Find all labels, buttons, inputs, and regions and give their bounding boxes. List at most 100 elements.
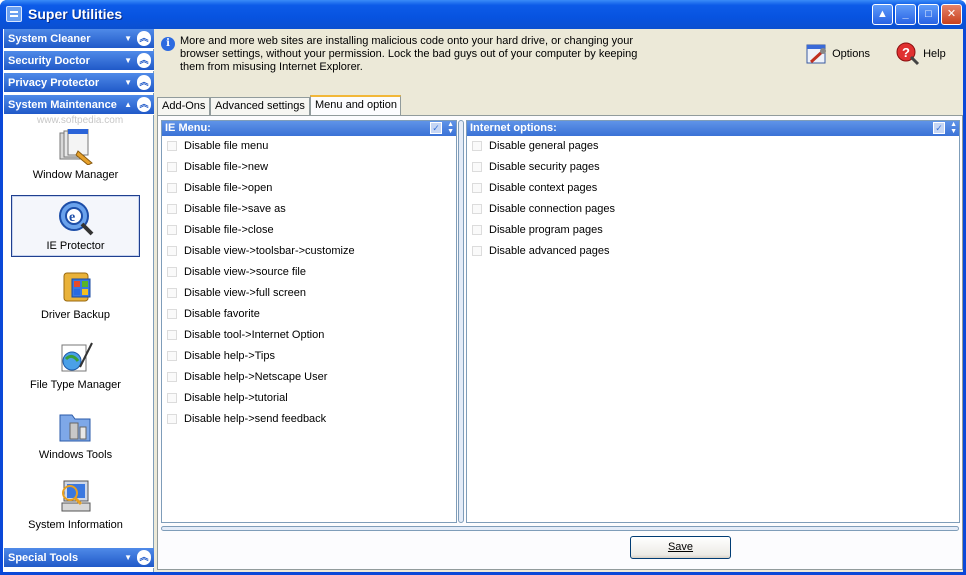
checkbox[interactable] <box>472 183 482 193</box>
checkbox-label: Disable context pages <box>489 182 598 194</box>
category-system-maintenance[interactable]: System Maintenance ▲ ︽ <box>4 95 154 115</box>
checkbox-label: Disable file->close <box>184 224 274 236</box>
ie-menu-list: IE Menu: ✓ ▲ ▼ Disable file menu Disable f… <box>161 120 457 523</box>
maximize-button[interactable]: □ <box>918 4 939 25</box>
category-security-doctor[interactable]: Security Doctor ▼ ︽ <box>4 51 154 71</box>
checkbox[interactable] <box>167 183 177 193</box>
info-line: them from misusing Internet Explorer. <box>180 61 363 73</box>
vertical-splitter[interactable] <box>458 120 464 523</box>
horizontal-splitter[interactable] <box>161 526 959 531</box>
sort-icon[interactable]: ▲ ▼ <box>950 121 957 135</box>
tab-menu-and-option[interactable]: Menu and option <box>310 95 401 115</box>
tab-advanced-settings[interactable]: Advanced settings <box>210 97 310 115</box>
tab-add-ons[interactable]: Add-Ons <box>157 97 210 115</box>
checkbox-label: Disable advanced pages <box>489 245 610 257</box>
options-icon <box>806 44 826 64</box>
checkbox[interactable] <box>167 204 177 214</box>
system-information-icon <box>61 480 90 512</box>
tool-windows-tools[interactable]: Windows Tools <box>11 405 140 467</box>
checkbox[interactable] <box>167 309 177 319</box>
title-bar[interactable]: Super Utilities ▲ _ □ ✕ <box>0 0 966 29</box>
checkbox-item[interactable]: Disable program pages <box>467 220 959 241</box>
checkbox-item[interactable]: Disable context pages <box>467 178 959 199</box>
select-all-checkbox[interactable]: ✓ <box>933 122 945 134</box>
info-line: browser settings, without your permissio… <box>180 48 638 60</box>
checkbox-item[interactable]: Disable file->save as <box>162 199 456 220</box>
checkbox[interactable] <box>472 204 482 214</box>
checkbox-item[interactable]: Disable file->new <box>162 157 456 178</box>
checkbox-item[interactable]: Disable favorite <box>162 304 456 325</box>
checkbox-item[interactable]: Disable help->tutorial <box>162 388 456 409</box>
options-button[interactable]: Options <box>805 42 870 66</box>
tool-window-manager[interactable]: Window Manager <box>11 125 140 187</box>
checkbox-item[interactable]: Disable file menu <box>162 136 456 157</box>
checkbox-item[interactable]: Disable help->Tips <box>162 346 456 367</box>
category-label: Privacy Protector <box>8 77 100 89</box>
tool-system-information[interactable]: System Information <box>11 475 140 537</box>
checkbox-label: Disable help->tutorial <box>184 392 288 404</box>
select-all-checkbox[interactable]: ✓ <box>430 122 442 134</box>
checkbox[interactable] <box>472 141 482 151</box>
internet-options-header: Internet options: ✓ ▲ ▼ <box>467 121 959 136</box>
close-button[interactable]: ✕ <box>941 4 962 25</box>
checkbox-item[interactable]: Disable file->close <box>162 220 456 241</box>
checkbox[interactable] <box>472 225 482 235</box>
windows-tools-icon <box>59 414 90 442</box>
checkbox[interactable] <box>167 393 177 403</box>
save-button[interactable]: Save <box>630 536 731 559</box>
checkbox[interactable] <box>167 330 177 340</box>
category-system-cleaner[interactable]: System Cleaner ▼ ︽ <box>4 29 154 49</box>
checkbox[interactable] <box>167 141 177 151</box>
tool-driver-backup[interactable]: Driver Backup <box>11 265 140 327</box>
checkbox[interactable] <box>167 225 177 235</box>
checkbox-item[interactable]: Disable security pages <box>467 157 959 178</box>
checkbox[interactable] <box>167 372 177 382</box>
category-privacy-protector[interactable]: Privacy Protector ▼ ︽ <box>4 73 154 93</box>
dropup-arrow-icon: ▲ <box>124 100 132 109</box>
checkbox-item[interactable]: Disable view->source file <box>162 262 456 283</box>
minimize-button[interactable]: _ <box>895 4 916 25</box>
info-description: More and more web sites are installing m… <box>180 35 640 74</box>
checkbox-item[interactable]: Disable general pages <box>467 136 959 157</box>
save-label: Save <box>667 541 694 553</box>
checkbox[interactable] <box>167 267 177 277</box>
checkbox-item[interactable]: Disable connection pages <box>467 199 959 220</box>
options-label: Options <box>832 47 870 60</box>
checkbox[interactable] <box>167 288 177 298</box>
checkbox-label: Disable file menu <box>184 140 269 152</box>
category-label: Special Tools <box>8 552 79 564</box>
tab-panel-menu-and-option: IE Menu: ✓ ▲ ▼ Disable file menu Disable f… <box>157 115 963 570</box>
checkbox-label: Disable view->toolsbar->customize <box>184 245 355 257</box>
tool-file-type-manager[interactable]: File Type Manager <box>11 335 140 397</box>
checkbox-item[interactable]: Disable view->full screen <box>162 283 456 304</box>
checkbox-item[interactable]: Disable advanced pages <box>467 241 959 262</box>
sort-icon[interactable]: ▲ ▼ <box>447 121 454 135</box>
checkbox[interactable] <box>167 351 177 361</box>
expand-icon[interactable]: ︽ <box>137 97 151 112</box>
checkbox-item[interactable]: Disable tool->Internet Option <box>162 325 456 346</box>
category-special-tools[interactable]: Special Tools ▼ ︽ <box>4 548 154 568</box>
window-manager-icon <box>59 129 93 165</box>
help-label: Help <box>923 47 946 60</box>
checkbox-label: Disable connection pages <box>489 203 615 215</box>
tool-ie-protector[interactable]: e IE Protector <box>11 195 140 257</box>
app-icon[interactable] <box>6 6 22 22</box>
checkbox[interactable] <box>167 162 177 172</box>
checkbox[interactable] <box>472 162 482 172</box>
help-button[interactable]: ? Help <box>896 42 946 66</box>
checkbox[interactable] <box>167 246 177 256</box>
checkbox-label: Disable program pages <box>489 224 603 236</box>
collapse-icon[interactable]: ︽ <box>137 550 151 565</box>
collapse-icon[interactable]: ︽ <box>137 75 151 90</box>
checkbox-item[interactable]: Disable view->toolsbar->customize <box>162 241 456 262</box>
collapse-icon[interactable]: ︽ <box>137 31 151 46</box>
app-window: Super Utilities ▲ _ □ ✕ System Cleaner ▼… <box>0 0 966 575</box>
checkbox-item[interactable]: Disable file->open <box>162 178 456 199</box>
checkbox[interactable] <box>167 414 177 424</box>
checkbox[interactable] <box>472 246 482 256</box>
checkbox-item[interactable]: Disable help->Netscape User <box>162 367 456 388</box>
collapse-icon[interactable]: ︽ <box>137 53 151 68</box>
checkbox-item[interactable]: Disable help->send feedback <box>162 409 456 430</box>
internet-options-title: Internet options: <box>470 122 557 134</box>
roll-up-button[interactable]: ▲ <box>872 4 893 25</box>
